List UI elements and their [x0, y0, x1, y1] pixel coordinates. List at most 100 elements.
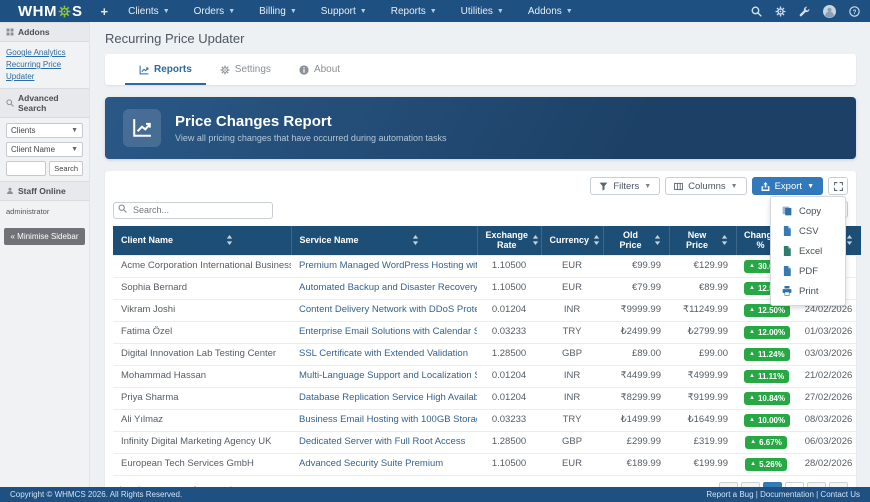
help-icon[interactable]: ?: [849, 6, 860, 17]
export-option-csv[interactable]: CSV: [771, 221, 845, 241]
change-badge: ▲12.00%: [744, 326, 790, 339]
excel-file-icon: [782, 246, 792, 256]
service-link[interactable]: Premium Managed WordPress Hosting with C…: [299, 260, 477, 271]
filter-icon: [599, 182, 608, 191]
change-badge: ▲6.67%: [745, 436, 787, 449]
pdf-file-icon: [782, 266, 792, 276]
whmcs-logo[interactable]: WHM S: [18, 3, 83, 20]
minimise-sidebar-button[interactable]: « Minimise Sidebar: [4, 228, 85, 245]
column-header-old-price[interactable]: Old Price: [603, 226, 669, 256]
up-arrow-icon: ▲: [750, 460, 756, 469]
bottom-link-report-a-bug[interactable]: Report a Bug: [706, 490, 753, 499]
report-table-card: Filters ▼ Columns ▼ Export ▼: [105, 171, 856, 487]
tab-settings[interactable]: Settings: [206, 54, 285, 85]
export-option-excel[interactable]: Excel: [771, 241, 845, 261]
service-link[interactable]: Automated Backup and Disaster Recovery P…: [299, 282, 477, 293]
tab-about[interactable]: About: [285, 54, 354, 85]
service-link[interactable]: Advanced Security Suite Premium: [299, 458, 443, 469]
service-link[interactable]: Dedicated Server with Full Root Access: [299, 436, 465, 447]
chart-line-icon: [123, 109, 161, 147]
sidebar-staff-online-header[interactable]: Staff Online: [0, 181, 89, 201]
up-arrow-icon: ▲: [749, 372, 755, 381]
service-link[interactable]: SSL Certificate with Extended Validation: [299, 348, 468, 359]
columns-button[interactable]: Columns ▼: [665, 177, 746, 195]
search-icon[interactable]: [751, 6, 762, 17]
nav-right-icons: ?: [751, 5, 860, 18]
sidebar-search-button[interactable]: Search: [49, 161, 83, 176]
filters-button[interactable]: Filters ▼: [590, 177, 660, 195]
sidebar-search-input[interactable]: [6, 161, 46, 176]
bottom-link-contact-us[interactable]: Contact Us: [820, 490, 860, 499]
export-option-print[interactable]: Print: [771, 281, 845, 301]
sidebar-link-recurring-price-updater[interactable]: Recurring Price Updater: [6, 59, 83, 83]
nav-menu-clients[interactable]: Clients▼: [118, 0, 180, 22]
sidebar-advanced-search-header[interactable]: Advanced Search: [0, 88, 89, 118]
csv-file-icon: [782, 226, 792, 236]
brand-suffix: S: [72, 3, 83, 20]
service-link[interactable]: Business Email Hosting with 100GB Storag…: [299, 414, 477, 425]
bottom-link-documentation[interactable]: Documentation: [760, 490, 814, 499]
table-row: Mohammad HassanMulti-Language Support an…: [113, 365, 861, 387]
chevron-down-icon: ▼: [566, 8, 573, 15]
automation-gears-icon[interactable]: [775, 6, 786, 17]
table-row: Digital Innovation Lab Testing CenterSSL…: [113, 343, 861, 365]
copy-file-icon: [782, 206, 792, 216]
nav-menu: Clients▼Orders▼Billing▼Support▼Reports▼U…: [118, 0, 583, 22]
sidebar-link-google-analytics[interactable]: Google Analytics: [6, 47, 83, 59]
nav-menu-addons[interactable]: Addons▼: [518, 0, 583, 22]
chevron-down-icon: ▼: [731, 183, 738, 190]
brand-prefix: WHM: [18, 3, 57, 20]
column-header-new-price[interactable]: New Price: [669, 226, 736, 256]
info-icon: [299, 65, 309, 75]
nav-menu-reports[interactable]: Reports▼: [381, 0, 447, 22]
sidebar-addons-header[interactable]: Addons: [0, 22, 89, 42]
wrench-icon[interactable]: [799, 6, 810, 17]
table-row: Acme Corporation International Business …: [113, 255, 861, 277]
table-body: Acme Corporation International Business …: [113, 255, 861, 475]
sort-icon: [846, 235, 853, 245]
column-header-client-name[interactable]: Client Name: [113, 226, 291, 256]
up-arrow-icon: ▲: [750, 438, 756, 447]
export-menu: CopyCSVExcelPDFPrint: [770, 196, 846, 306]
export-icon: [761, 182, 770, 191]
nav-menu-orders[interactable]: Orders▼: [184, 0, 246, 22]
search-field-select[interactable]: Client Name ▼: [6, 142, 83, 157]
sort-icon: [226, 235, 233, 245]
column-header-service-name[interactable]: Service Name: [291, 226, 477, 256]
fullscreen-button[interactable]: [828, 177, 848, 195]
gear-logo-icon: [58, 5, 71, 18]
expand-icon: [834, 182, 843, 191]
column-header-exchange-rate[interactable]: Exchange Rate: [477, 226, 541, 256]
service-link[interactable]: Enterprise Email Solutions with Calendar…: [299, 326, 477, 337]
whmcs-admin-page: WHM S + Clients▼Orders▼Billing▼Support▼R…: [0, 0, 870, 502]
page-title: Recurring Price Updater: [105, 31, 870, 46]
table-toolbar: Filters ▼ Columns ▼ Export ▼: [113, 177, 848, 195]
top-navbar: WHM S + Clients▼Orders▼Billing▼Support▼R…: [0, 0, 870, 22]
quick-add-button[interactable]: +: [101, 4, 109, 19]
service-link[interactable]: Content Delivery Network with DDoS Prote…: [299, 304, 477, 315]
column-header-currency[interactable]: Currency: [541, 226, 603, 256]
nav-menu-support[interactable]: Support▼: [311, 0, 377, 22]
table-row: Priya SharmaDatabase Replication Service…: [113, 387, 861, 409]
nav-menu-utilities[interactable]: Utilities▼: [451, 0, 514, 22]
nav-menu-billing[interactable]: Billing▼: [249, 0, 307, 22]
avatar[interactable]: [823, 5, 836, 18]
banner-subtitle: View all pricing changes that have occur…: [175, 133, 447, 143]
search-type-select[interactable]: Clients ▼: [6, 123, 83, 138]
main-content: Recurring Price Updater ReportsSettingsA…: [91, 22, 870, 487]
sidebar: Addons Google AnalyticsRecurring Price U…: [0, 22, 90, 487]
export-option-copy[interactable]: Copy: [771, 201, 845, 221]
table-row: European Tech Services GmbHAdvanced Secu…: [113, 453, 861, 475]
chart-icon: [139, 65, 149, 75]
table-search-input[interactable]: [113, 202, 273, 219]
service-link[interactable]: Database Replication Service High Availa…: [299, 392, 477, 403]
export-option-pdf[interactable]: PDF: [771, 261, 845, 281]
copyright-text: Copyright © WHMCS 2026. All Rights Reser…: [10, 490, 182, 499]
sort-icon: [412, 235, 419, 245]
chevron-down-icon: ▼: [290, 8, 297, 15]
advanced-search-body: Clients ▼ Client Name ▼ Search: [0, 118, 89, 181]
service-link[interactable]: Multi-Language Support and Localization …: [299, 370, 477, 381]
tab-reports[interactable]: Reports: [125, 54, 206, 85]
change-badge: ▲11.11%: [744, 370, 789, 383]
export-button[interactable]: Export ▼: [752, 177, 823, 195]
